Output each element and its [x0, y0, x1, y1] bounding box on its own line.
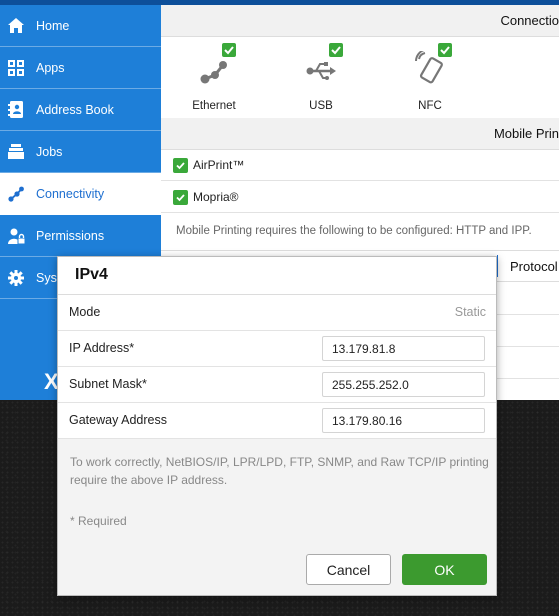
permissions-user-lock-icon [7, 227, 25, 245]
jobs-stack-icon [7, 143, 25, 161]
dialog-title: IPv4 [75, 266, 108, 283]
required-note: * Required [70, 514, 127, 528]
subnet-mask-field[interactable] [322, 372, 485, 397]
tile-label: USB [309, 100, 333, 112]
tile-label: NFC [418, 100, 442, 112]
gear-icon [7, 269, 25, 287]
ip-address-row: IP Address* [58, 331, 496, 367]
section-title: Protocol [510, 258, 558, 274]
gateway-address-row: Gateway Address [58, 403, 496, 439]
address-book-icon [7, 101, 25, 119]
checked-badge-icon [329, 43, 343, 57]
sidebar-item-label: Home [36, 18, 70, 33]
sidebar-item-label: Apps [36, 60, 65, 75]
ok-button[interactable]: OK [402, 554, 487, 585]
tab-divider [497, 255, 498, 277]
sidebar-item-label: Jobs [36, 144, 63, 159]
sidebar-item-label: Connectivity [36, 186, 105, 201]
ipv4-dialog: IPv4 Mode Static IP Address* Subnet Mask… [57, 256, 497, 596]
list-divider [497, 314, 559, 315]
tile-label: Ethernet [192, 100, 236, 112]
section-title: Mobile Prin [493, 126, 559, 141]
mode-label: Mode [69, 305, 101, 319]
gateway-address-label: Gateway Address [69, 413, 167, 427]
checkbox-airprint[interactable] [173, 157, 188, 173]
home-icon [7, 17, 25, 35]
gateway-address-field[interactable] [322, 408, 485, 433]
mode-row: Mode Static [58, 295, 496, 331]
ip-requirement-note: To work correctly, NetBIOS/IP, LPR/LPD, … [70, 455, 489, 487]
subnet-mask-label: Subnet Mask* [69, 377, 147, 391]
sidebar-item-home[interactable]: Home [0, 5, 161, 47]
cancel-button[interactable]: Cancel [306, 554, 391, 585]
list-divider [497, 346, 559, 347]
checked-badge-icon [222, 43, 236, 57]
section-title: Connectio [500, 13, 559, 28]
sidebar-item-apps[interactable]: Apps [0, 47, 161, 89]
option-label: Mopria® [193, 190, 239, 204]
dialog-header: IPv4 [58, 257, 496, 295]
sidebar-item-label: Address Book [36, 102, 114, 117]
sidebar-item-permissions[interactable]: Permissions [0, 215, 161, 257]
checked-badge-icon [438, 43, 452, 57]
mode-value: Static [454, 305, 486, 319]
section-header-mobile-printing: Mobile Prin [161, 118, 559, 150]
checkbox-mopria[interactable] [173, 189, 188, 205]
option-mopria[interactable]: Mopria® [161, 182, 559, 213]
sidebar-item-address-book[interactable]: Address Book [0, 89, 161, 131]
sidebar-item-connectivity[interactable]: Connectivity [0, 173, 161, 215]
sidebar-item-jobs[interactable]: Jobs [0, 131, 161, 173]
mobile-printing-note: Mobile Printing requires the following t… [176, 225, 532, 237]
option-label: AirPrint™ [193, 158, 245, 172]
list-divider [497, 378, 559, 379]
connectivity-icon [7, 185, 25, 203]
ip-address-label: IP Address* [69, 341, 135, 355]
subnet-mask-row: Subnet Mask* [58, 367, 496, 403]
apps-grid-icon [7, 59, 25, 77]
option-airprint[interactable]: AirPrint™ [161, 150, 559, 181]
ip-address-field[interactable] [322, 336, 485, 361]
sidebar-item-label: Permissions [36, 228, 105, 243]
section-header-connections: Connectio [161, 5, 559, 37]
